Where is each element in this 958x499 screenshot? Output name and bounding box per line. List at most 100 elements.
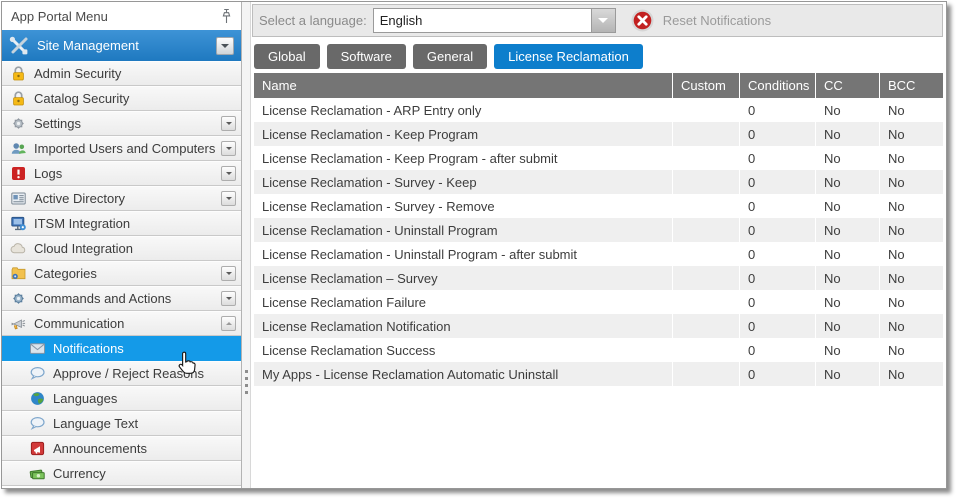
sidebar-item-admin-security[interactable]: Admin Security <box>2 61 241 86</box>
reset-notifications-label: Reset Notifications <box>663 13 771 28</box>
cell-custom <box>672 98 739 122</box>
cell-bcc: No <box>879 170 943 194</box>
sidebar-item-imported-users-and-computers[interactable]: Imported Users and Computers <box>2 136 241 161</box>
column-header-custom[interactable]: Custom <box>672 73 739 98</box>
language-select[interactable]: English <box>373 8 616 33</box>
table-body: License Reclamation - ARP Entry only 0 N… <box>254 98 943 386</box>
speech-icon <box>29 365 46 382</box>
chevron-down-icon[interactable] <box>221 291 236 306</box>
money-icon <box>29 465 46 482</box>
table-row[interactable]: License Reclamation - Survey - Remove 0 … <box>254 194 943 218</box>
column-header-conditions[interactable]: Conditions <box>739 73 815 98</box>
sidebar-item-label: Categories <box>34 266 97 281</box>
sidebar-item-label: Currency <box>53 466 106 481</box>
sidebar-item-active-directory[interactable]: Active Directory <box>2 186 241 211</box>
cell-bcc: No <box>879 290 943 314</box>
sidebar-item-notifications[interactable]: Notifications <box>2 336 241 361</box>
cell-bcc: No <box>879 218 943 242</box>
itsm-icon <box>10 215 27 232</box>
sidebar-item-logs[interactable]: Logs <box>2 161 241 186</box>
table-row[interactable]: License Reclamation - Keep Program 0 No … <box>254 122 943 146</box>
table-row[interactable]: License Reclamation - Uninstall Program … <box>254 218 943 242</box>
reset-notifications-button[interactable]: Reset Notifications <box>631 9 771 32</box>
announce-icon <box>29 440 46 457</box>
table-row[interactable]: License Reclamation - Keep Program - aft… <box>254 146 943 170</box>
cell-cc: No <box>815 266 879 290</box>
table-row[interactable]: License Reclamation - Survey - Keep 0 No… <box>254 170 943 194</box>
chevron-down-icon[interactable] <box>216 37 234 55</box>
sidebar-item-itsm-integration[interactable]: ITSM Integration <box>2 211 241 236</box>
pin-icon[interactable] <box>221 8 232 25</box>
sidebar-item-categories[interactable]: Categories <box>2 261 241 286</box>
column-header-bcc[interactable]: BCC <box>879 73 943 98</box>
table-header-row: Name Custom Conditions CC BCC <box>254 73 943 98</box>
sidebar-item-commands-and-actions[interactable]: Commands and Actions <box>2 286 241 311</box>
cell-name: License Reclamation – Survey <box>254 266 672 290</box>
tools-icon <box>9 36 29 56</box>
column-header-cc[interactable]: CC <box>815 73 879 98</box>
sidebar-item-label: Announcements <box>53 441 147 456</box>
tab-label: General <box>427 49 473 64</box>
sidebar-item-label: Languages <box>53 391 117 406</box>
chevron-down-icon[interactable] <box>221 141 236 156</box>
table-row[interactable]: License Reclamation – Survey 0 No No <box>254 266 943 290</box>
table-row[interactable]: License Reclamation - Uninstall Program … <box>254 242 943 266</box>
chevron-down-icon[interactable] <box>221 266 236 281</box>
speech-icon <box>29 415 46 432</box>
sidebar-item-site-management[interactable]: Site Management <box>2 30 241 61</box>
sidebar-item-approve-reject-reasons[interactable]: Approve / Reject Reasons <box>2 361 241 386</box>
sidebar-item-communication[interactable]: Communication <box>2 311 241 336</box>
cell-cc: No <box>815 362 879 386</box>
tab-software[interactable]: Software <box>327 44 406 69</box>
table-row[interactable]: License Reclamation Success 0 No No <box>254 338 943 362</box>
language-label: Select a language: <box>259 13 367 28</box>
cell-conditions: 0 <box>739 122 815 146</box>
tab-global[interactable]: Global <box>254 44 320 69</box>
table-row[interactable]: License Reclamation Failure 0 No No <box>254 290 943 314</box>
table-row[interactable]: My Apps - License Reclamation Automatic … <box>254 362 943 386</box>
cell-bcc: No <box>879 146 943 170</box>
sidebar-item-cloud-integration[interactable]: Cloud Integration <box>2 236 241 261</box>
lock-icon <box>10 90 27 107</box>
cell-name: License Reclamation - Uninstall Program … <box>254 242 672 266</box>
cell-custom <box>672 314 739 338</box>
tab-label: Global <box>268 49 306 64</box>
sidebar-item-label: Admin Security <box>34 66 121 81</box>
sidebar-item-settings[interactable]: Settings <box>2 111 241 136</box>
sidebar-item-announcements[interactable]: Announcements <box>2 436 241 461</box>
sidebar-item-label: Site Management <box>37 38 139 53</box>
cell-name: License Reclamation - Survey - Keep <box>254 170 672 194</box>
tab-general[interactable]: General <box>413 44 487 69</box>
lock-icon <box>10 65 27 82</box>
chevron-down-icon[interactable] <box>591 9 615 32</box>
chevron-down-icon[interactable] <box>221 191 236 206</box>
sidebar-item-language-text[interactable]: Language Text <box>2 411 241 436</box>
cell-conditions: 0 <box>739 146 815 170</box>
cell-bcc: No <box>879 242 943 266</box>
language-select-value: English <box>374 9 591 32</box>
gear-blue-icon <box>10 290 27 307</box>
sidebar: App Portal Menu Site Management <box>2 2 242 488</box>
cell-name: License Reclamation Success <box>254 338 672 362</box>
chevron-down-icon[interactable] <box>221 166 236 181</box>
globe-icon <box>29 390 46 407</box>
column-header-name[interactable]: Name <box>254 73 672 98</box>
sidebar-item-languages[interactable]: Languages <box>2 386 241 411</box>
chevron-up-icon[interactable] <box>221 316 236 331</box>
cell-conditions: 0 <box>739 98 815 122</box>
envelope-icon <box>29 340 46 357</box>
sidebar-item-catalog-security[interactable]: Catalog Security <box>2 86 241 111</box>
cell-custom <box>672 170 739 194</box>
cell-conditions: 0 <box>739 338 815 362</box>
cell-cc: No <box>815 314 879 338</box>
chevron-down-icon[interactable] <box>221 116 236 131</box>
sidebar-header: App Portal Menu <box>2 2 241 30</box>
cell-cc: No <box>815 242 879 266</box>
cell-name: License Reclamation - Uninstall Program <box>254 218 672 242</box>
sidebar-item-currency[interactable]: Currency <box>2 461 241 486</box>
table-row[interactable]: License Reclamation - ARP Entry only 0 N… <box>254 98 943 122</box>
sidebar-splitter[interactable] <box>242 2 251 488</box>
tab-license-reclamation[interactable]: License Reclamation <box>494 44 643 69</box>
table-row[interactable]: License Reclamation Notification 0 No No <box>254 314 943 338</box>
cell-name: License Reclamation - Keep Program - aft… <box>254 146 672 170</box>
